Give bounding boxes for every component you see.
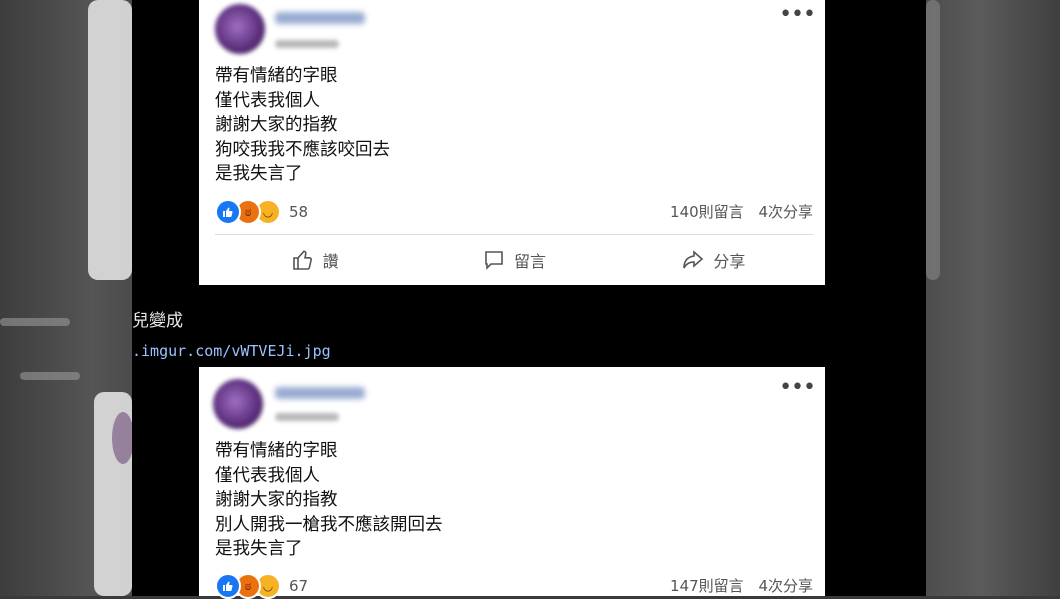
comment-button[interactable]: 留言 [414, 246, 613, 274]
like-label: 讚 [322, 252, 339, 271]
comment-label: 留言 [513, 252, 546, 271]
thumbs-up-icon [292, 250, 312, 270]
post-line: 是我失言了 [215, 539, 303, 559]
post-line: 帶有情緒的字眼 [215, 441, 338, 461]
left-ghost-text-2 [20, 372, 80, 380]
share-button[interactable]: 分享 [614, 246, 813, 274]
reaction-summary[interactable]: ಠ ◡ 67 [215, 573, 308, 599]
author-name-blurred[interactable] [275, 387, 365, 399]
more-dots-icon[interactable]: ••• [779, 377, 816, 399]
reaction-count: 67 [289, 577, 309, 595]
post-line: 狗咬我我不應該咬回去 [215, 139, 390, 160]
left-blurred-background [0, 0, 134, 596]
right-blurred-background [926, 0, 1060, 596]
post-time-blurred [275, 413, 339, 421]
avatar[interactable] [215, 4, 265, 54]
like-reaction-icon [215, 199, 241, 225]
share-count[interactable]: 4次分享 [758, 203, 813, 221]
comment-count[interactable]: 140則留言 [670, 203, 744, 221]
post-line: 謝謝大家的指教 [215, 490, 338, 510]
share-count[interactable]: 4次分享 [758, 577, 813, 595]
comment-bubble-icon [485, 251, 503, 270]
post-line: 僅代表我個人 [215, 465, 320, 486]
more-dots-icon[interactable]: ••• [779, 4, 816, 26]
action-bar: 讚 留言 分享 [215, 246, 813, 274]
left-ghost-card [88, 0, 132, 280]
divider [215, 234, 813, 235]
reaction-summary[interactable]: ಠ ◡ 58 [215, 199, 308, 225]
facebook-post-2: ••• 帶有情緒的字眼 僅代表我個人 謝謝大家的指教 別人開我一槍我不應該開回去… [199, 367, 825, 599]
post-line: 帶有情緒的字眼 [215, 66, 338, 86]
share-arrow-icon [683, 250, 704, 269]
share-label: 分享 [713, 252, 746, 271]
post-body: 帶有情緒的字眼 僅代表我個人 謝謝大家的指教 狗咬我我不應該咬回去 是我失言了 [215, 64, 390, 187]
left-ghost-avatar [112, 412, 134, 464]
post-line: 謝謝大家的指教 [215, 115, 338, 135]
post-time-blurred [275, 40, 339, 48]
post-body: 帶有情緒的字眼 僅代表我個人 謝謝大家的指教 別人開我一槍我不應該開回去 是我失… [215, 439, 443, 562]
avatar[interactable] [213, 379, 263, 429]
reaction-count: 58 [289, 203, 309, 221]
post-line: 僅代表我個人 [215, 90, 320, 111]
comment-count[interactable]: 147則留言 [670, 577, 744, 595]
like-reaction-icon [215, 573, 241, 599]
engagement-counts: 140則留言 4次分享 [670, 201, 813, 222]
post-line: 別人開我一槍我不應該開回去 [215, 514, 443, 535]
caption-text: 兒變成 [132, 311, 183, 331]
facebook-post-1: ••• 帶有情緒的字眼 僅代表我個人 謝謝大家的指教 狗咬我我不應該咬回去 是我… [199, 0, 825, 285]
image-link[interactable]: .imgur.com/vWTVEJi.jpg [132, 342, 331, 360]
author-name-blurred[interactable] [275, 12, 365, 24]
post-line: 是我失言了 [215, 164, 303, 184]
left-ghost-text [0, 318, 70, 326]
engagement-counts: 147則留言 4次分享 [670, 575, 813, 596]
right-ghost-card [926, 0, 940, 280]
screenshot-panel: ••• 帶有情緒的字眼 僅代表我個人 謝謝大家的指教 狗咬我我不應該咬回去 是我… [132, 0, 926, 599]
like-button[interactable]: 讚 [215, 246, 414, 274]
